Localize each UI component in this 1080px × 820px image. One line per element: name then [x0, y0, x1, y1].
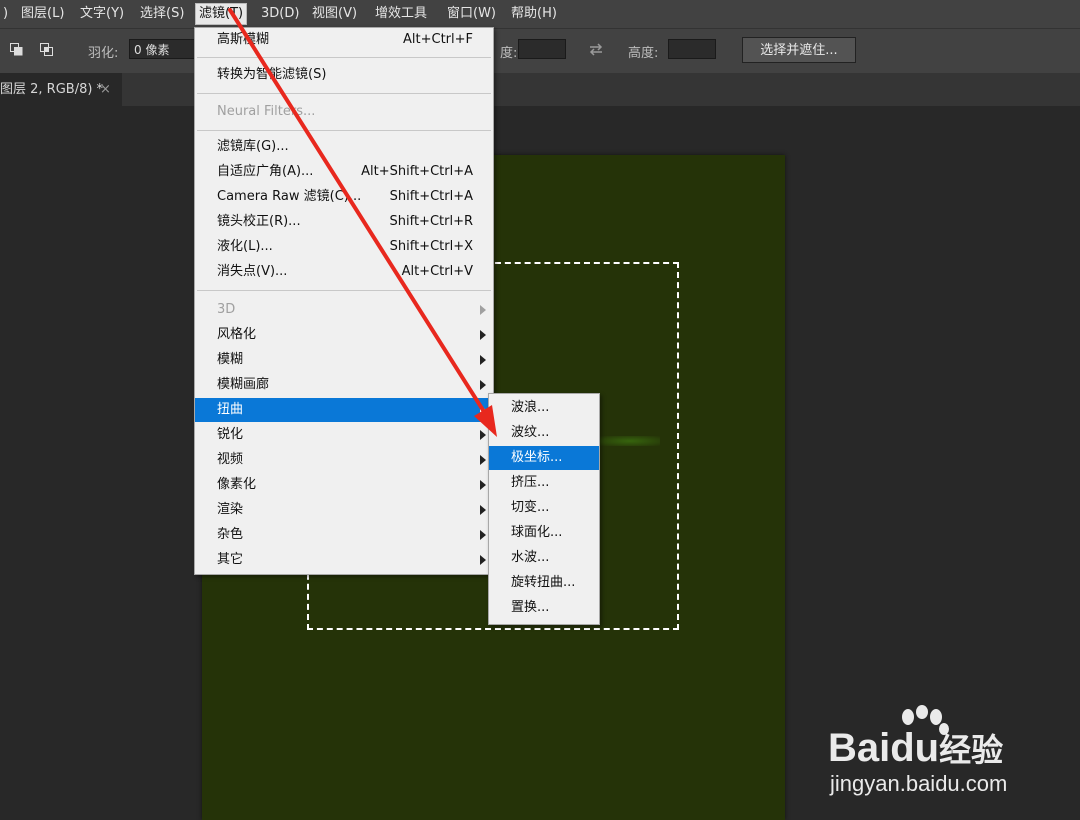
close-icon[interactable]: × [100, 73, 111, 106]
filter-menu-item[interactable]: 锐化 [195, 423, 493, 447]
filter-menu-item[interactable]: 其它 [195, 548, 493, 572]
distort-item-ripple[interactable]: 波纹... [489, 421, 599, 445]
filter-menu-item[interactable]: 风格化 [195, 323, 493, 347]
menu-3d[interactable]: 3D(D) [258, 4, 302, 24]
filter-menu-item[interactable]: 液化(L)... Shift+Ctrl+X [195, 235, 493, 259]
filter-menu-item: 3D [195, 298, 493, 322]
filter-menu-item[interactable]: Camera Raw 滤镜(C)... Shift+Ctrl+A [195, 185, 493, 209]
distort-item-spherize[interactable]: 球面化... [489, 521, 599, 545]
filter-menu-item[interactable]: 转换为智能滤镜(S) [195, 63, 493, 87]
filter-menu-item-distort[interactable]: 扭曲 [195, 398, 493, 422]
submenu-arrow-icon [480, 430, 486, 440]
menu-window[interactable]: 窗口(W) [444, 4, 499, 24]
filter-menu-item[interactable]: 像素化 [195, 473, 493, 497]
submenu-arrow-icon [480, 380, 486, 390]
document-tab-title: 图层 2, RGB/8) * [0, 82, 104, 97]
swap-icon[interactable] [588, 43, 604, 56]
submenu-arrow-icon [480, 555, 486, 565]
filter-menu-item[interactable]: 模糊 [195, 348, 493, 372]
width-input[interactable] [518, 39, 566, 59]
document-tab-bar: 图层 2, RGB/8) * × [0, 73, 1080, 106]
distort-item-zigzag[interactable]: 水波... [489, 546, 599, 570]
watermark-logo: Baidu经验 [828, 726, 1004, 770]
feather-label: 羽化: [88, 46, 119, 61]
menu-separator [197, 130, 491, 131]
menu-view[interactable]: 视图(V) [309, 4, 360, 24]
filter-menu-item[interactable]: 消失点(V)... Alt+Ctrl+V [195, 260, 493, 284]
feather-input[interactable]: 0 像素 [129, 39, 195, 59]
filter-menu-item[interactable]: 镜头校正(R)... Shift+Ctrl+R [195, 210, 493, 234]
menu-separator [197, 290, 491, 291]
submenu-arrow-icon [480, 355, 486, 365]
distort-item-polar-coordinates[interactable]: 极坐标... [489, 446, 599, 470]
submenu-arrow-icon [480, 480, 486, 490]
select-and-mask-button[interactable]: 选择并遮住... [742, 37, 856, 63]
add-selection-icon[interactable] [10, 43, 23, 56]
submenu-arrow-icon [480, 505, 486, 515]
filter-menu: 高斯模糊 Alt+Ctrl+F 转换为智能滤镜(S) Neural Filters… [194, 27, 494, 575]
intersect-selection-icon[interactable] [40, 43, 53, 56]
menu-edit-partial[interactable]: ) [0, 4, 11, 24]
filter-menu-item: Neural Filters... [217, 104, 316, 119]
menu-type[interactable]: 文字(Y) [77, 4, 127, 24]
submenu-arrow-icon [480, 330, 486, 340]
height-label: 高度: [628, 46, 659, 61]
menu-plugins[interactable]: 增效工具 [372, 4, 430, 24]
height-input[interactable] [668, 39, 716, 59]
filter-menu-item[interactable]: 杂色 [195, 523, 493, 547]
baidu-jingyan-watermark: Baidu经验 jingyan.baidu.com [828, 705, 1028, 805]
options-bar: 羽化: 0 像素 度: 高度: 选择并遮住... [0, 28, 1080, 74]
document-tab[interactable]: 图层 2, RGB/8) * × [0, 73, 122, 106]
filter-menu-item[interactable]: 模糊画廊 [195, 373, 493, 397]
watermark-url: jingyan.baidu.com [830, 771, 1008, 796]
menu-layer[interactable]: 图层(L) [18, 4, 67, 24]
distort-submenu: 波浪... 波纹... 极坐标... 挤压... 切变... 球面化... 水波… [488, 393, 600, 625]
filter-menu-item[interactable]: 滤镜库(G)... [195, 135, 493, 159]
menu-separator [197, 57, 491, 58]
menu-select[interactable]: 选择(S) [137, 4, 187, 24]
distort-item-wave[interactable]: 波浪... [489, 396, 599, 420]
distort-item-shear[interactable]: 切变... [489, 496, 599, 520]
menu-separator [197, 93, 491, 94]
distort-item-twirl[interactable]: 旋转扭曲... [489, 571, 599, 595]
width-label: 度: [500, 46, 518, 61]
submenu-arrow-icon [480, 405, 486, 415]
menu-filter[interactable]: 滤镜(T) [195, 3, 248, 25]
menu-help[interactable]: 帮助(H) [508, 4, 560, 24]
filter-menu-item[interactable]: 视频 [195, 448, 493, 472]
menu-bar: ) 图层(L) 文字(Y) 选择(S) 滤镜(T) 3D(D) 视图(V) 增效… [0, 0, 1080, 28]
distort-item-pinch[interactable]: 挤压... [489, 471, 599, 495]
submenu-arrow-icon [480, 530, 486, 540]
distort-item-displace[interactable]: 置换... [489, 596, 599, 620]
filter-menu-item[interactable]: 自适应广角(A)... Alt+Shift+Ctrl+A [195, 160, 493, 184]
submenu-arrow-icon [480, 305, 486, 315]
filter-menu-item[interactable]: 高斯模糊 Alt+Ctrl+F [195, 28, 493, 52]
filter-menu-item[interactable]: 渲染 [195, 498, 493, 522]
submenu-arrow-icon [480, 455, 486, 465]
